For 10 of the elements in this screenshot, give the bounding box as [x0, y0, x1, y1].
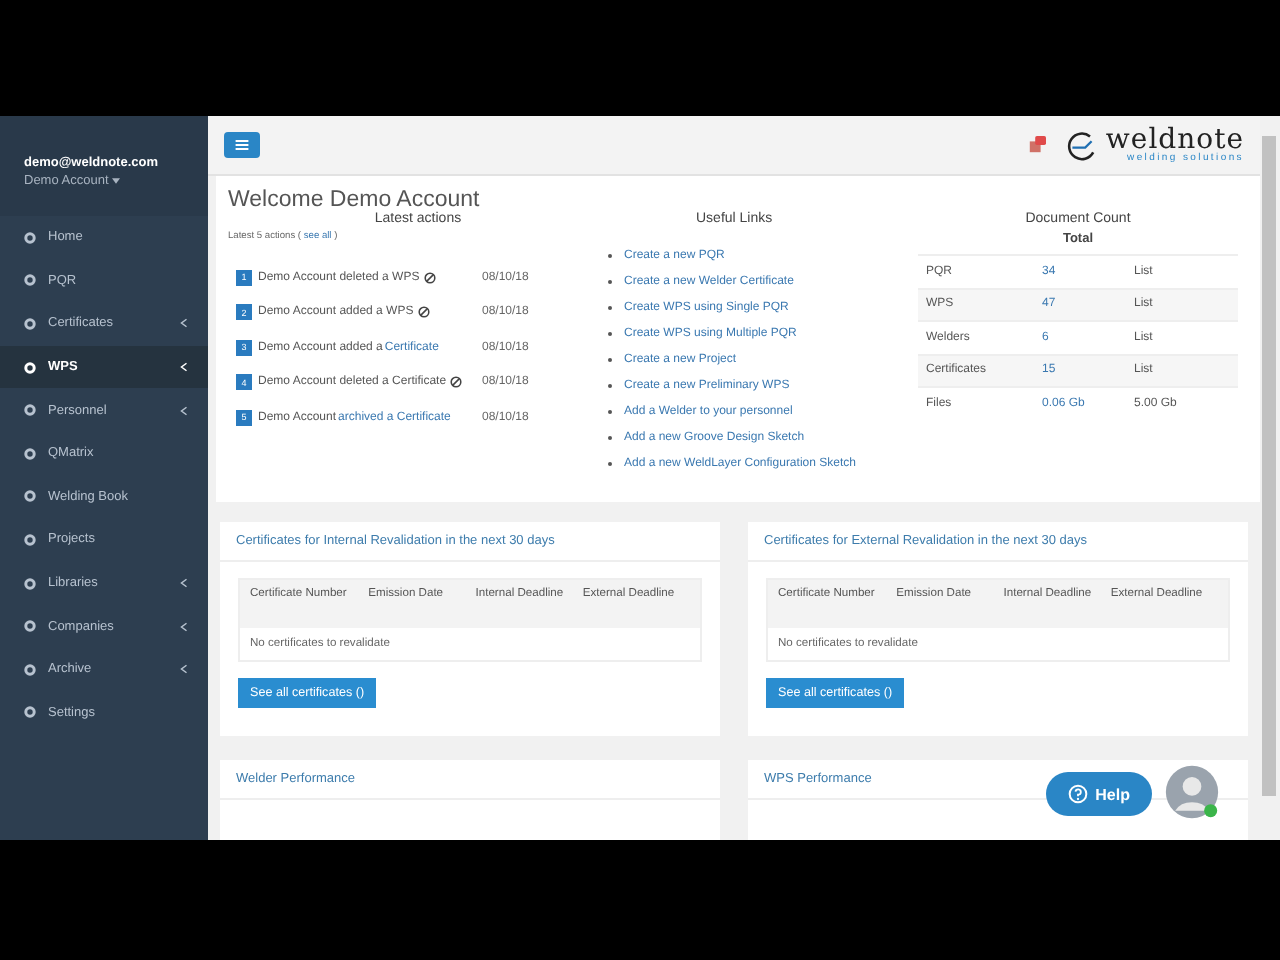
avatar-drawing[interactable]	[1164, 764, 1220, 820]
menu-icon	[234, 138, 250, 152]
welcome-heading: Welcome Demo Account	[228, 188, 482, 212]
logo-name: weldnote	[1105, 126, 1244, 154]
caret-icon	[112, 177, 121, 184]
logo-icon	[1065, 129, 1098, 161]
notification-icon[interactable]	[1027, 136, 1046, 154]
menu-button[interactable]	[224, 132, 260, 158]
help-button[interactable]: Help	[1045, 772, 1152, 816]
help-icon	[1067, 784, 1088, 804]
